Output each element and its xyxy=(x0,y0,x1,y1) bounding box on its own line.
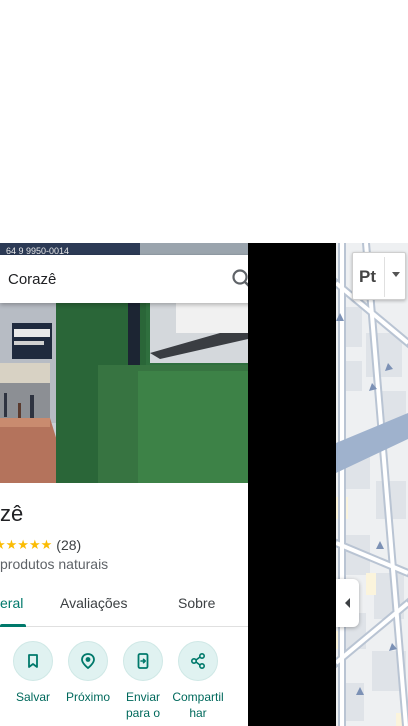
save-button-circle xyxy=(13,641,53,681)
black-separator xyxy=(248,243,336,726)
map-canvas xyxy=(336,243,408,726)
send-label: Enviar para o xyxy=(125,690,161,720)
search-input[interactable] xyxy=(8,255,208,303)
map-view[interactable] xyxy=(336,243,408,726)
chevron-down-icon[interactable] xyxy=(389,267,403,281)
map-type-label: Pt xyxy=(359,267,376,286)
send-to-phone-button[interactable]: Enviar para o xyxy=(115,641,171,721)
tab-overview[interactable]: eral xyxy=(0,595,23,611)
search-button[interactable] xyxy=(228,265,248,293)
send-button-circle xyxy=(123,641,163,681)
search-bar xyxy=(0,255,248,303)
nearby-button[interactable]: Próximo xyxy=(60,641,116,705)
place-title: zê xyxy=(0,501,24,526)
collapse-panel-button[interactable] xyxy=(336,579,359,627)
save-label: Salvar xyxy=(15,690,50,704)
nearby-icon xyxy=(81,653,95,670)
place-category[interactable]: produtos naturais xyxy=(0,556,108,572)
rating-stars: ★★★★★ xyxy=(0,537,53,552)
bookmark-icon xyxy=(28,654,38,668)
share-icon xyxy=(190,652,206,670)
nearby-button-circle xyxy=(68,641,108,681)
rating-row[interactable]: ★★★★★ (28) xyxy=(0,536,81,554)
tab-reviews[interactable]: Avaliações xyxy=(60,595,127,611)
share-label: Compartilhar xyxy=(172,690,224,720)
review-count[interactable]: (28) xyxy=(56,537,81,553)
send-to-phone-icon xyxy=(137,653,149,669)
place-panel: 64 9 9950-0014 Corazê zê ★★★★ (28) produ… xyxy=(0,243,248,726)
map-type-control[interactable]: Pt xyxy=(352,252,406,300)
search-icon xyxy=(232,269,248,287)
blank-area xyxy=(0,0,408,243)
caret-left-icon xyxy=(344,598,350,608)
nearby-label: Próximo xyxy=(65,690,110,704)
save-button[interactable]: Salvar xyxy=(5,641,61,705)
tab-bar: eral Avaliações Sobre xyxy=(0,583,248,627)
share-button[interactable]: Compartilhar xyxy=(170,641,226,721)
active-tab-indicator xyxy=(0,624,26,627)
tab-about[interactable]: Sobre xyxy=(178,595,215,611)
action-row: Salvar Próximo Enviar para o Compartilha… xyxy=(0,641,248,726)
map-type-divider xyxy=(384,257,385,297)
share-button-circle xyxy=(178,641,218,681)
